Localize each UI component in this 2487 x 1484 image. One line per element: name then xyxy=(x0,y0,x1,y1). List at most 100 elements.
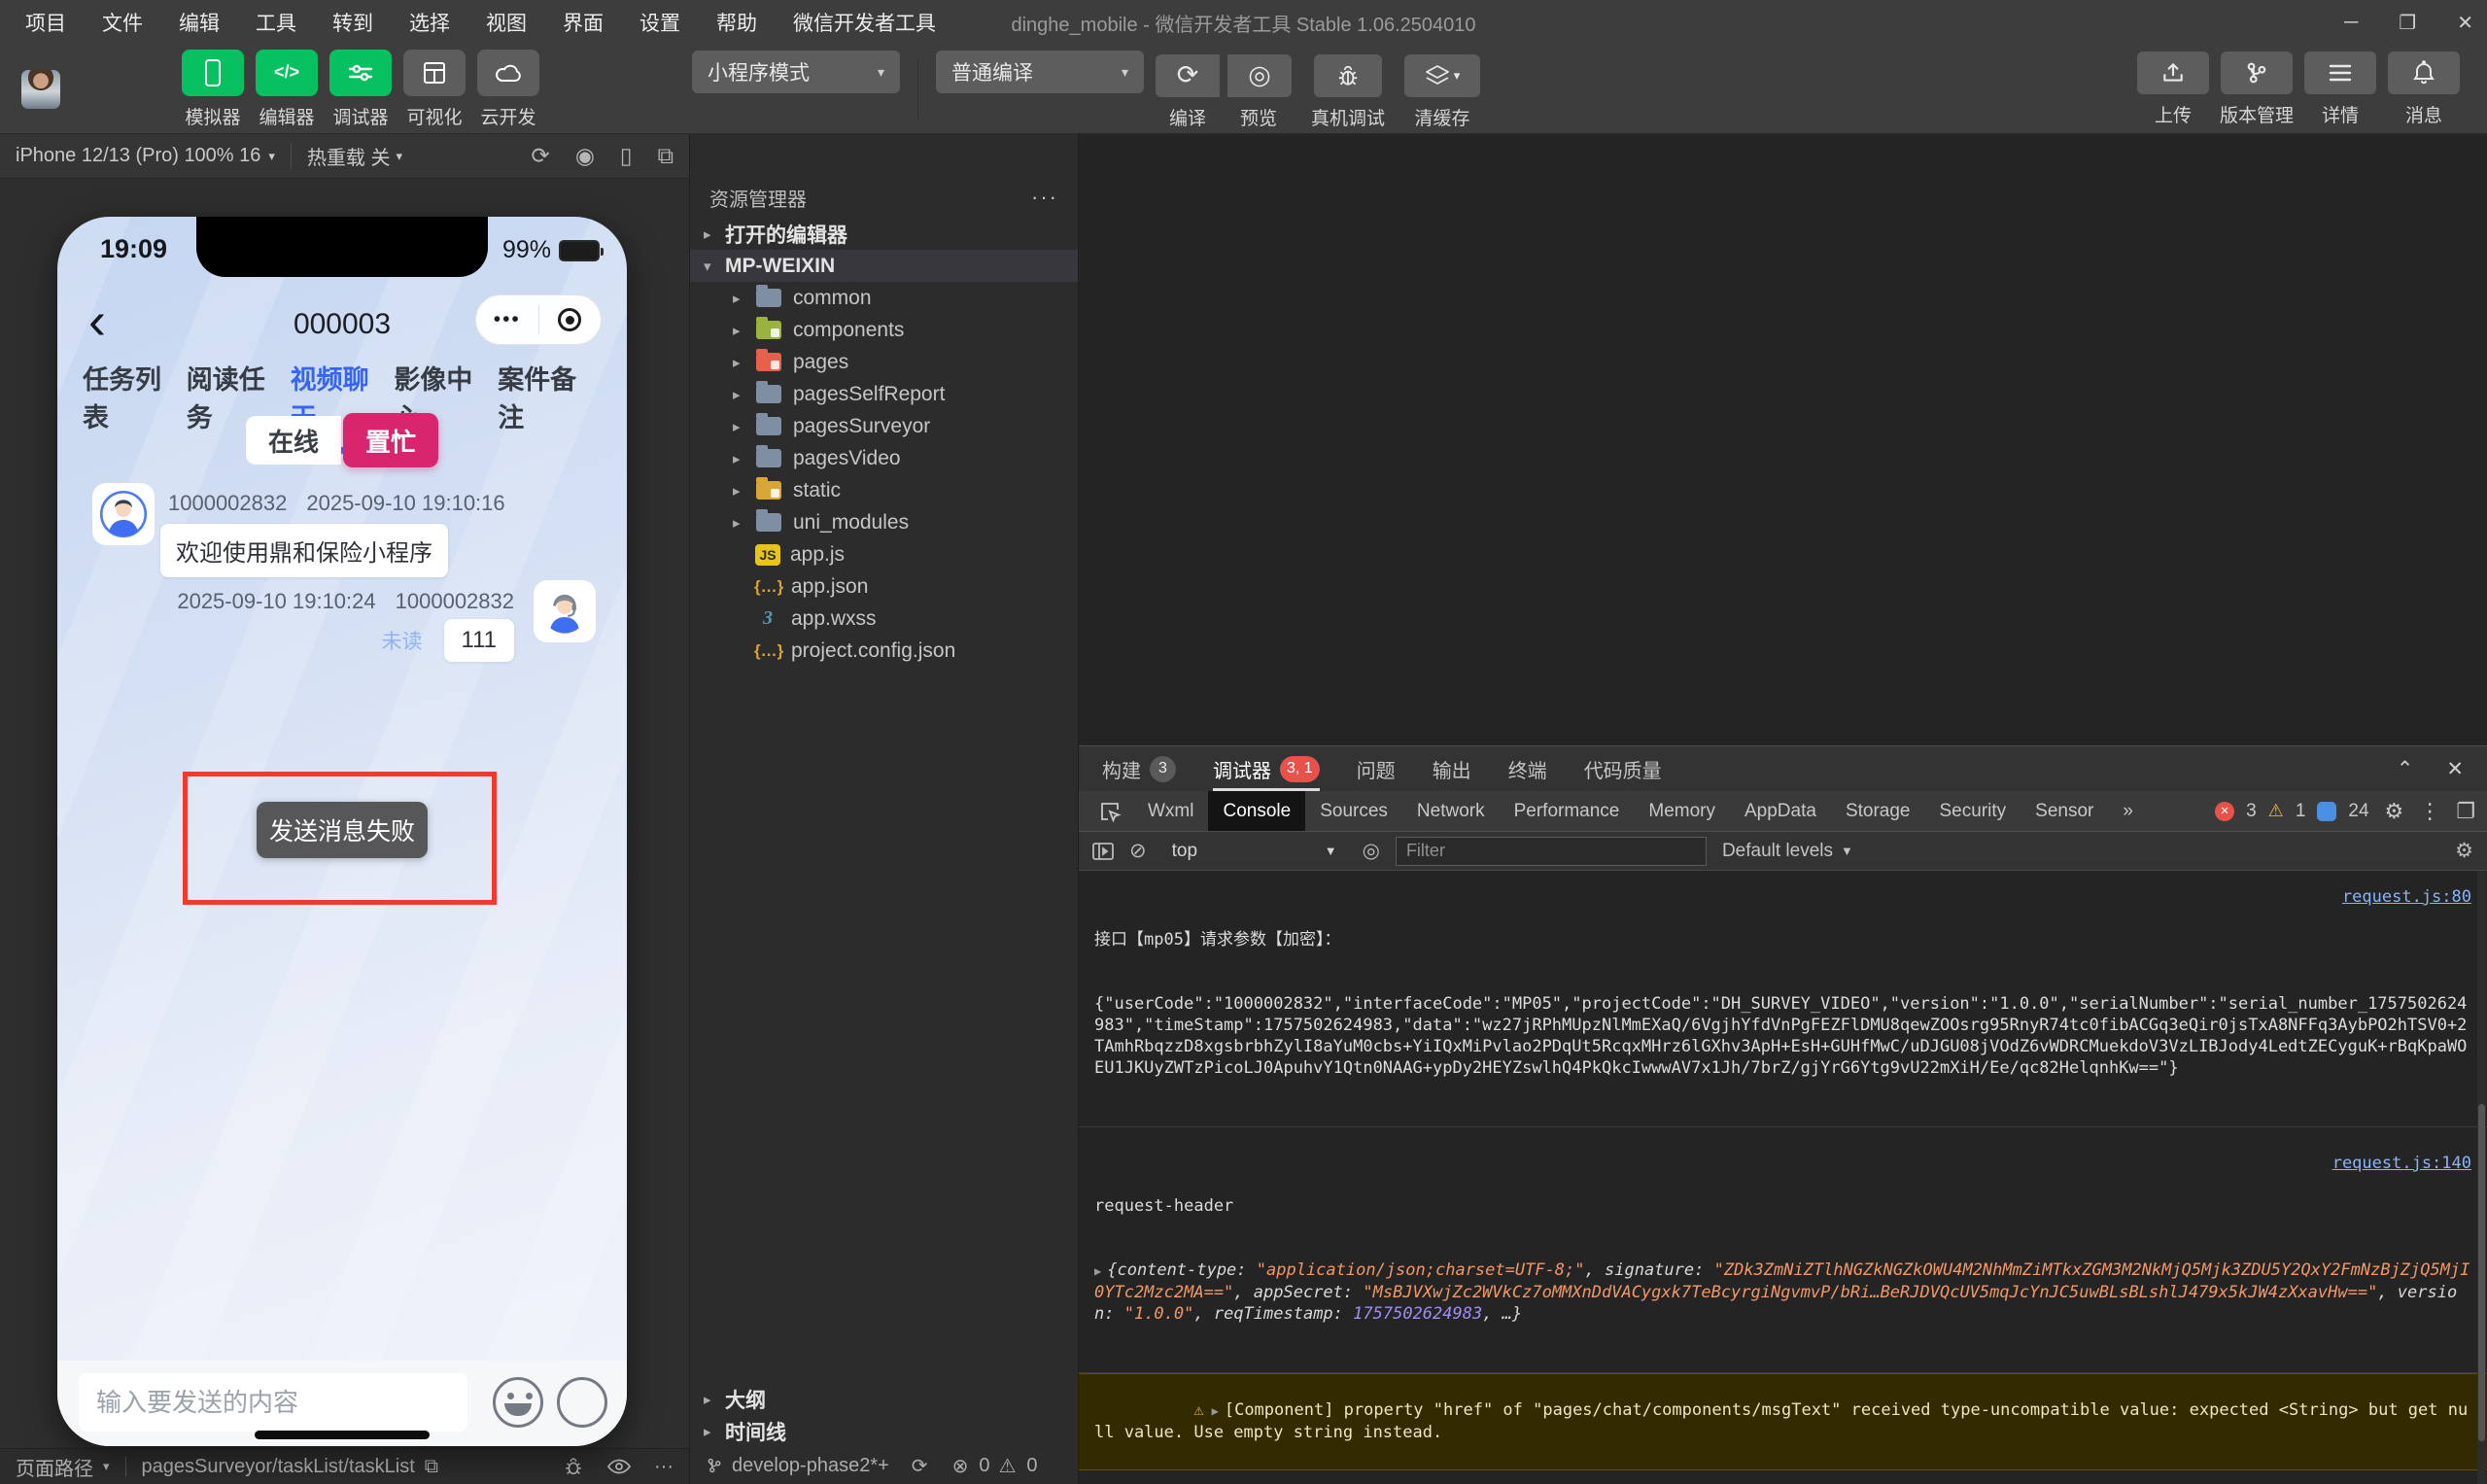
menu-edit[interactable]: 编辑 xyxy=(179,8,220,37)
source-link[interactable]: request.js:80 xyxy=(2342,886,2471,908)
chevron-down-icon[interactable]: ▾ xyxy=(103,1459,110,1474)
menu-file[interactable]: 文件 xyxy=(102,8,143,37)
tab-code-quality[interactable]: 代码质量 xyxy=(1584,746,1662,791)
console-sidebar-icon[interactable] xyxy=(1092,842,1114,860)
console-scrollbar[interactable] xyxy=(2477,871,2486,1484)
copy-icon[interactable]: ⧉ xyxy=(425,1456,438,1478)
menu-settings[interactable]: 设置 xyxy=(639,8,680,37)
menu-view[interactable]: 视图 xyxy=(486,8,527,37)
tab-memory[interactable]: Memory xyxy=(1634,791,1730,831)
menu-devtools[interactable]: 微信开发者工具 xyxy=(793,8,936,37)
tree-item-components[interactable]: ▸ components xyxy=(690,314,1078,346)
outline-section[interactable]: ▸ 大纲 xyxy=(690,1383,1078,1415)
tab-build[interactable]: 构建 3 xyxy=(1102,746,1176,791)
more-menu-icon[interactable]: ••• xyxy=(476,308,538,331)
tab-appdata[interactable]: AppData xyxy=(1730,791,1831,831)
minimize-icon[interactable]: ─ xyxy=(2344,12,2358,34)
more-icon[interactable]: ··· xyxy=(1031,185,1058,210)
details-button[interactable]: 详情 xyxy=(2298,51,2382,127)
device-frame-icon[interactable]: ▯ xyxy=(620,143,633,169)
tree-item-uni_modules[interactable]: ▸ uni_modules xyxy=(690,506,1078,538)
record-icon[interactable]: ◉ xyxy=(575,143,595,169)
console-log-entry[interactable]: request.js:80 接口【mp05】请求参数【加密】： {"userCo… xyxy=(1079,871,2487,1127)
remote-debug-button[interactable]: 真机调试 xyxy=(1311,49,1385,130)
tree-item-app-js[interactable]: JS app.js xyxy=(690,538,1078,570)
menu-interface[interactable]: 界面 xyxy=(563,8,604,37)
tab-network[interactable]: Network xyxy=(1402,791,1500,831)
busy-button[interactable]: 置忙 xyxy=(343,413,438,467)
warning-count-icon[interactable]: ⚠ xyxy=(2268,801,2284,821)
errors-icon[interactable]: ⊗ xyxy=(952,1454,969,1478)
tab-security[interactable]: Security xyxy=(1925,791,2021,831)
clear-cache-button[interactable]: ▾ 清缓存 xyxy=(1404,49,1481,130)
tab-terminal[interactable]: 终端 xyxy=(1508,746,1547,791)
menu-project[interactable]: 项目 xyxy=(25,8,66,37)
editor-button[interactable]: </> 编辑器 xyxy=(251,49,323,129)
chevron-down-icon[interactable]: ▾ xyxy=(397,149,403,164)
kebab-menu-icon[interactable]: ⋮ xyxy=(2419,799,2440,824)
warnings-icon[interactable]: ⚠ xyxy=(998,1454,1016,1478)
tab-performance[interactable]: Performance xyxy=(1500,791,1635,831)
tree-item-app-json[interactable]: {…} app.json xyxy=(690,570,1078,603)
open-editors-section[interactable]: ▸ 打开的编辑器 xyxy=(690,218,1078,250)
dock-side-icon[interactable]: ❐ xyxy=(2456,799,2475,824)
cloud-dev-button[interactable]: 云开发 xyxy=(472,49,544,129)
tab-overflow-icon[interactable]: » xyxy=(2108,791,2148,831)
menu-tools[interactable]: 工具 xyxy=(256,8,296,37)
tab-sources[interactable]: Sources xyxy=(1305,791,1402,831)
console-settings-gear-icon[interactable]: ⚙ xyxy=(2455,839,2473,863)
menu-goto[interactable]: 转到 xyxy=(332,8,373,37)
exit-target-icon[interactable] xyxy=(539,308,602,331)
source-link[interactable]: request.js:140 xyxy=(2332,1153,2471,1174)
menu-help[interactable]: 帮助 xyxy=(716,8,757,37)
tree-item-static[interactable]: ▸ static xyxy=(690,474,1078,506)
simulator-button[interactable]: 模拟器 xyxy=(177,49,249,129)
close-icon[interactable]: ✕ xyxy=(2446,757,2464,781)
error-count-icon[interactable]: ✕ xyxy=(2215,801,2235,821)
expand-caret-icon[interactable]: ▶ xyxy=(1212,1404,1219,1418)
message-bubble[interactable]: 111 xyxy=(443,619,514,662)
mode-select[interactable]: 小程序模式 ▾ xyxy=(692,51,900,93)
maximize-icon[interactable]: ❐ xyxy=(2399,11,2416,35)
close-icon[interactable]: ✕ xyxy=(2457,11,2473,35)
clear-console-icon[interactable]: ⊘ xyxy=(1129,839,1147,863)
tab-wxml[interactable]: Wxml xyxy=(1133,791,1208,831)
compile-mode-select[interactable]: 普通编译 ▾ xyxy=(936,51,1144,93)
branch-name[interactable]: develop-phase2*+ xyxy=(732,1455,889,1477)
version-manage-button[interactable]: 版本管理 xyxy=(2215,51,2298,127)
tree-item-app-wxss[interactable]: 3 app.wxss xyxy=(690,603,1078,635)
eye-icon[interactable] xyxy=(607,1458,632,1475)
emoji-icon[interactable] xyxy=(493,1377,543,1428)
inspect-icon[interactable] xyxy=(1098,800,1122,823)
tab-debugger[interactable]: 调试器 3, 1 xyxy=(1213,746,1320,791)
expand-caret-icon[interactable]: ▶ xyxy=(1094,1264,1101,1278)
console-warning-entry[interactable]: ⚠ ▶ [Component] property "href" of "pages/… xyxy=(1079,1373,2487,1470)
chevron-down-icon[interactable]: ▾ xyxy=(268,149,275,164)
device-select[interactable]: iPhone 12/13 (Pro) 100% 16 xyxy=(16,145,260,167)
gear-icon[interactable]: ⚙ xyxy=(2385,799,2404,824)
tab-problems[interactable]: 问题 xyxy=(1357,746,1396,791)
debugger-button[interactable]: 调试器 xyxy=(325,49,397,129)
tab-storage[interactable]: Storage xyxy=(1831,791,1925,831)
sync-icon[interactable]: ⟳ xyxy=(912,1454,928,1478)
restart-icon[interactable]: ⟳ xyxy=(532,143,550,169)
tree-item-pagesSelfReport[interactable]: ▸ pagesSelfReport xyxy=(690,378,1078,410)
collapse-icon[interactable]: ⌃ xyxy=(2397,757,2414,781)
context-select[interactable]: top ▼ xyxy=(1162,837,1347,866)
console-filter-input[interactable] xyxy=(1395,836,1707,866)
visualize-button[interactable]: 可视化 xyxy=(398,49,470,129)
eye-icon[interactable]: ◎ xyxy=(1363,839,1380,863)
online-button[interactable]: 在线 xyxy=(246,416,341,465)
tab-sensor[interactable]: Sensor xyxy=(2021,791,2108,831)
page-path-select[interactable]: 页面路径 xyxy=(16,1453,93,1481)
tree-item-project-config[interactable]: {…} project.config.json xyxy=(690,635,1078,667)
console-log-entry[interactable]: rtm-methods.js:115 发送消息失败 undefined xyxy=(1079,1470,2487,1484)
tree-item-pagesVideo[interactable]: ▸ pagesVideo xyxy=(690,442,1078,474)
tree-item-common[interactable]: ▸ common xyxy=(690,282,1078,314)
bug-icon[interactable] xyxy=(563,1456,584,1477)
project-root[interactable]: ▾ MP-WEIXIN xyxy=(690,250,1078,282)
console-log-entry[interactable]: request.js:140 request-header ▶ {content-… xyxy=(1079,1127,2487,1373)
upload-button[interactable]: 上传 xyxy=(2131,51,2215,127)
compile-button[interactable]: ⟳ 编译 xyxy=(1156,49,1220,130)
multi-window-icon[interactable]: ⧉ xyxy=(658,143,674,169)
